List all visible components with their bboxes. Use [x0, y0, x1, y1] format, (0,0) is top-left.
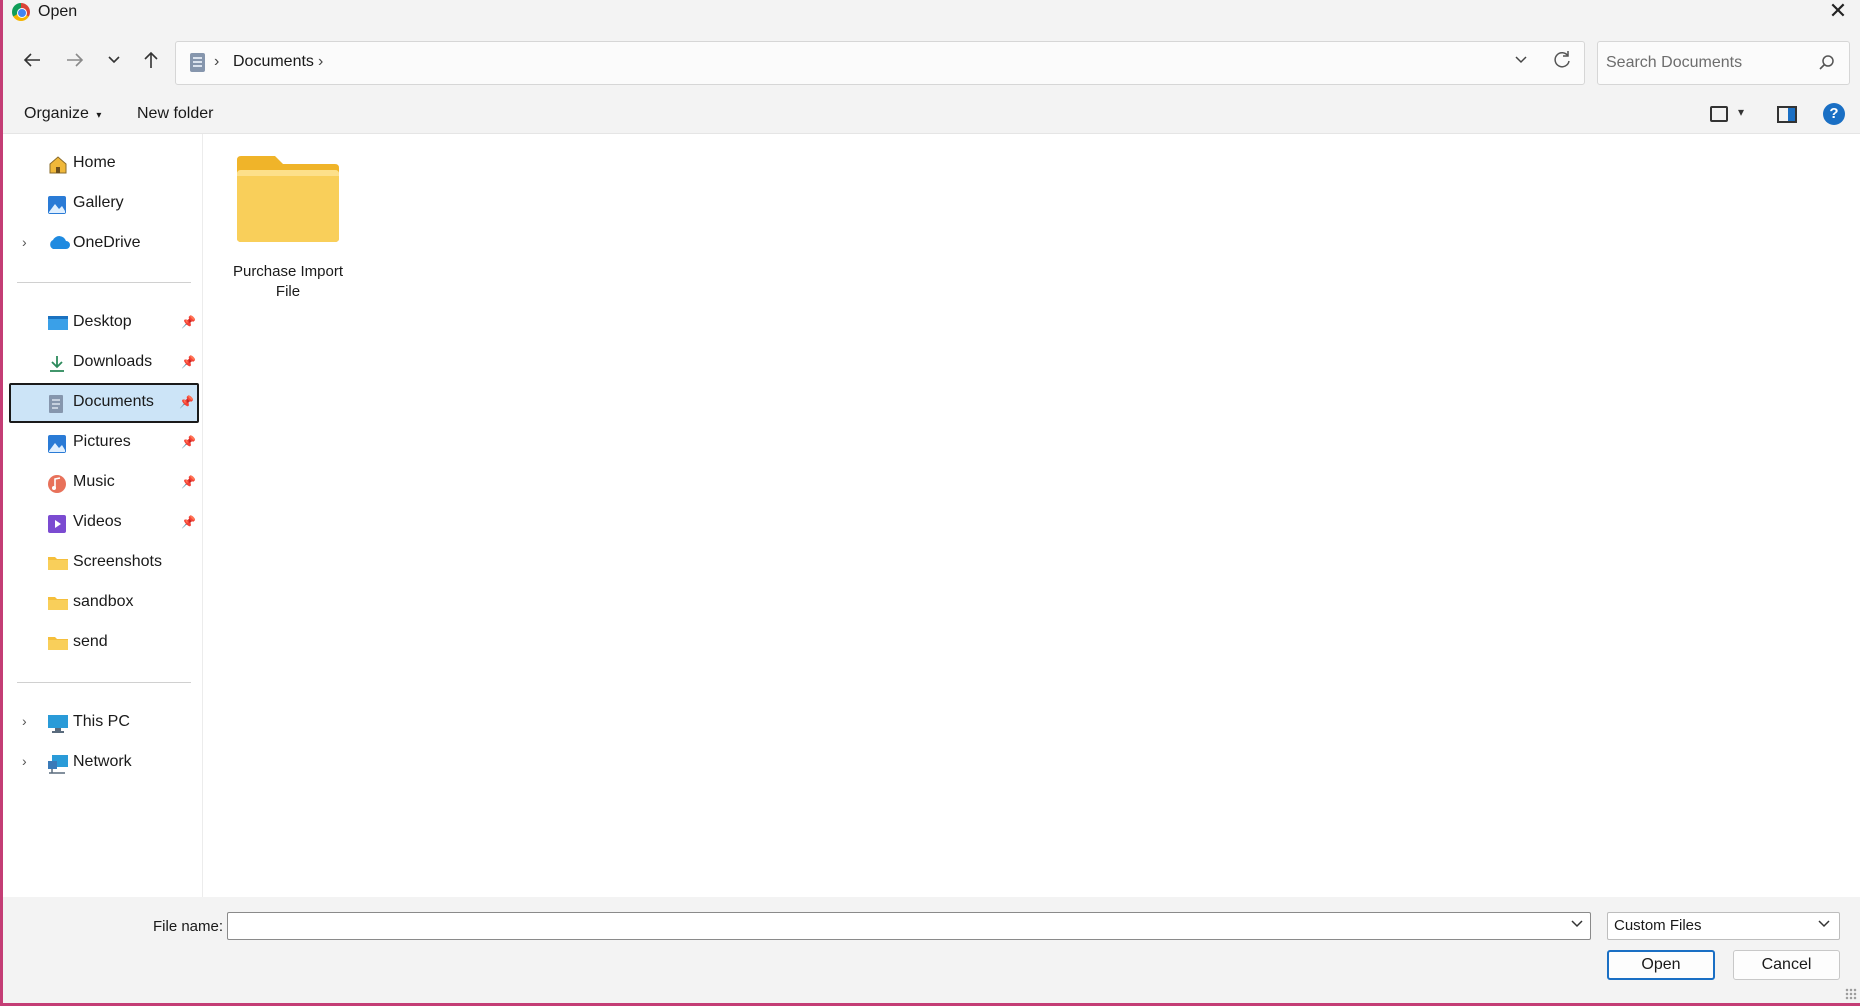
file-type-value: Custom Files: [1614, 917, 1702, 934]
file-name-combobox[interactable]: [227, 912, 1591, 940]
address-history-chevron-down-icon[interactable]: [1514, 52, 1528, 70]
address-bar[interactable]: › Documents ›: [175, 41, 1585, 85]
breadcrumb-separator-icon[interactable]: ›: [318, 53, 323, 71]
sidebar-item-gallery[interactable]: Gallery: [9, 185, 199, 223]
new-folder-button[interactable]: New folder: [137, 105, 213, 123]
sidebar-item-label: send: [73, 633, 108, 650]
sidebar-divider: [17, 282, 191, 283]
sidebar-item-pictures[interactable]: Pictures 📌: [9, 424, 199, 462]
folder-name: Purchase Import File: [232, 263, 344, 300]
file-list: Purchase Import File: [203, 134, 1860, 897]
back-arrow-icon[interactable]: [18, 46, 46, 74]
documents-icon: [190, 53, 205, 72]
sidebar-item-label: Videos: [73, 513, 122, 530]
forward-arrow-icon[interactable]: [61, 46, 89, 74]
help-icon[interactable]: ?: [1823, 103, 1845, 125]
sidebar-item-label: OneDrive: [73, 234, 141, 251]
cancel-button[interactable]: Cancel: [1733, 950, 1840, 980]
sidebar-item-videos[interactable]: Videos 📌: [9, 504, 199, 542]
close-icon[interactable]: ✕: [1826, 0, 1850, 24]
pin-icon[interactable]: 📌: [181, 515, 196, 529]
sidebar-item-desktop[interactable]: Desktop 📌: [9, 304, 199, 342]
view-options-icon[interactable]: [1710, 106, 1728, 122]
sidebar-item-send[interactable]: send: [9, 624, 199, 662]
breadcrumb-documents[interactable]: Documents: [233, 53, 314, 71]
sidebar-item-sandbox[interactable]: sandbox: [9, 584, 199, 622]
folder-icon: [235, 154, 341, 244]
folder-item[interactable]: Purchase Import File: [226, 154, 343, 304]
sidebar-item-label: Network: [73, 753, 132, 770]
search-icon[interactable]: [1817, 53, 1837, 73]
sidebar-item-label: Downloads: [73, 353, 153, 370]
title-bar: Open ✕: [3, 0, 1860, 26]
download-icon: [47, 354, 67, 372]
view-options-caret-down-icon[interactable]: ▾: [1738, 105, 1744, 119]
search-input[interactable]: [1606, 42, 1806, 84]
gallery-icon: [47, 195, 67, 214]
documents-icon: [47, 394, 67, 413]
pin-icon[interactable]: 📌: [181, 315, 196, 329]
videos-icon: [47, 514, 67, 533]
breadcrumb-separator-icon[interactable]: ›: [214, 53, 219, 71]
file-name-chevron-down-icon[interactable]: [1570, 917, 1584, 932]
sidebar-item-label: Gallery: [73, 194, 124, 211]
sidebar-item-label: Screenshots: [73, 553, 162, 570]
folder-icon: [47, 554, 68, 572]
sidebar-item-home[interactable]: Home: [9, 145, 199, 183]
sidebar-item-label: This PC: [73, 713, 130, 730]
sidebar-item-screenshots[interactable]: Screenshots: [9, 544, 199, 582]
command-bar: Organize ▾ New folder ▾ ?: [3, 96, 1860, 134]
refresh-icon[interactable]: [1552, 50, 1572, 76]
sidebar-divider: [17, 682, 191, 683]
folder-icon: [47, 594, 68, 612]
sidebar-item-network[interactable]: › Network: [9, 744, 199, 782]
preview-pane-icon[interactable]: [1777, 106, 1797, 123]
pictures-icon: [47, 434, 67, 453]
file-type-chevron-down-icon[interactable]: [1817, 917, 1831, 932]
sidebar-item-music[interactable]: Music 📌: [9, 464, 199, 502]
organize-button[interactable]: Organize ▾: [24, 105, 101, 123]
up-arrow-icon[interactable]: [137, 46, 165, 74]
open-button[interactable]: Open: [1607, 950, 1715, 980]
organize-label: Organize: [24, 105, 89, 122]
sidebar-item-documents[interactable]: Documents 📌: [9, 383, 199, 423]
desktop-icon: [47, 314, 68, 332]
sidebar-item-label: Pictures: [73, 433, 131, 450]
expand-chevron-right-icon[interactable]: ›: [22, 713, 27, 729]
navigation-pane: Home Gallery › OneDrive Desktop 📌 Downlo…: [3, 134, 203, 897]
caret-down-icon: ▾: [96, 110, 102, 121]
music-icon: [47, 474, 67, 493]
computer-icon: [47, 714, 68, 733]
file-name-input[interactable]: [234, 916, 1554, 936]
pin-icon[interactable]: 📌: [179, 395, 194, 409]
home-icon: [47, 155, 67, 174]
sidebar-item-this-pc[interactable]: › This PC: [9, 704, 199, 742]
search-box[interactable]: [1597, 41, 1850, 85]
window-title: Open: [38, 3, 78, 20]
dialog-footer: File name: Custom Files Open Cancel: [3, 897, 1860, 1003]
network-icon: [47, 754, 68, 774]
recent-locations-chevron-down-icon[interactable]: [100, 46, 128, 74]
sidebar-item-downloads[interactable]: Downloads 📌: [9, 344, 199, 382]
expand-chevron-right-icon[interactable]: ›: [22, 753, 27, 769]
pin-icon[interactable]: 📌: [181, 355, 196, 369]
file-name-label: File name:: [153, 918, 224, 935]
sidebar-item-label: Home: [73, 154, 116, 171]
pin-icon[interactable]: 📌: [181, 435, 196, 449]
pin-icon[interactable]: 📌: [181, 475, 196, 489]
sidebar-item-label: sandbox: [73, 593, 134, 610]
sidebar-item-label: Documents: [73, 393, 154, 410]
resize-grip-icon[interactable]: [1845, 988, 1857, 1000]
sidebar-item-label: Desktop: [73, 313, 132, 330]
file-type-select[interactable]: Custom Files: [1607, 912, 1840, 940]
sidebar-item-onedrive[interactable]: › OneDrive: [9, 225, 199, 263]
cloud-icon: [47, 235, 70, 253]
chrome-icon: [12, 3, 30, 21]
folder-icon: [47, 634, 68, 652]
navigation-bar: › Documents ›: [3, 26, 1860, 96]
expand-chevron-right-icon[interactable]: ›: [22, 234, 27, 250]
open-dialog: Open ✕ › Documents › Search Documents Or…: [0, 0, 1860, 1006]
sidebar-item-label: Music: [73, 473, 115, 490]
